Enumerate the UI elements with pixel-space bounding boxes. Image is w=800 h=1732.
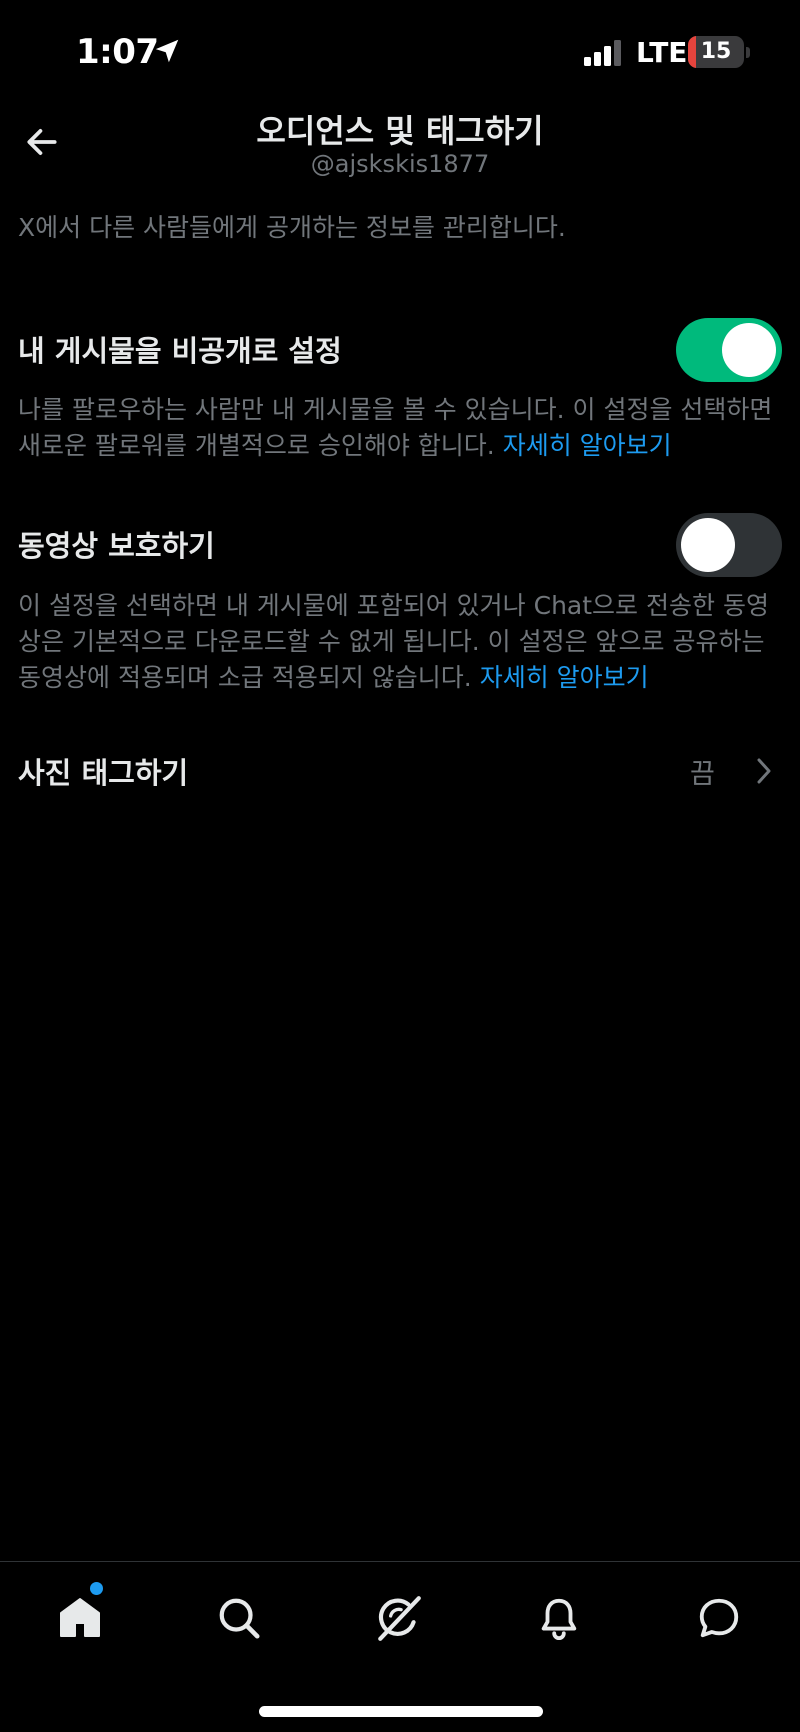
nav-grok[interactable] bbox=[367, 1586, 431, 1650]
learn-more-link[interactable]: 자세히 알아보기 bbox=[503, 431, 672, 460]
nav-notifications[interactable] bbox=[527, 1586, 591, 1650]
photo-tagging-row[interactable]: 사진 태그하기 끔 bbox=[0, 730, 800, 810]
protect-posts-title: 내 게시물을 비공개로 설정 bbox=[18, 334, 342, 368]
screen: 1:07 LTE 15 오디언스 및 태그하기 @ajskskis1877 X에… bbox=[0, 0, 800, 1732]
battery-tip bbox=[746, 47, 750, 58]
protect-videos-title: 동영상 보호하기 bbox=[18, 529, 215, 563]
nav-home[interactable] bbox=[48, 1586, 112, 1650]
home-indicator[interactable] bbox=[259, 1706, 543, 1717]
photo-tagging-title: 사진 태그하기 bbox=[18, 756, 189, 790]
nav-search[interactable] bbox=[207, 1586, 271, 1650]
protect-videos-toggle[interactable] bbox=[676, 513, 782, 577]
nav-chat[interactable] bbox=[687, 1586, 751, 1650]
page-subtitle: @ajskskis1877 bbox=[310, 150, 490, 178]
grok-icon bbox=[378, 1596, 421, 1641]
notification-dot bbox=[90, 1582, 103, 1595]
protect-posts-toggle[interactable] bbox=[676, 318, 782, 382]
toggle-knob bbox=[722, 323, 776, 377]
intro-text: X에서 다른 사람들에게 공개하는 정보를 관리합니다. bbox=[18, 213, 566, 242]
photo-tagging-value: 끔 bbox=[690, 759, 715, 790]
status-bar: 1:07 LTE 15 bbox=[0, 0, 800, 100]
location-arrow-icon bbox=[155, 39, 179, 63]
chat-icon bbox=[699, 1598, 739, 1638]
protect-videos-description: 이 설정을 선택하면 내 게시물에 포함되어 있거나 Chat으로 전송한 동영… bbox=[18, 588, 786, 696]
chevron-right-icon bbox=[757, 758, 771, 784]
status-time: 1:07 bbox=[76, 32, 159, 72]
description-text: 이 설정을 선택하면 내 게시물에 포함되어 있거나 Chat으로 전송한 동영… bbox=[18, 591, 769, 692]
cellular-signal-icon bbox=[584, 40, 621, 66]
toggle-knob bbox=[681, 518, 735, 572]
learn-more-link[interactable]: 자세히 알아보기 bbox=[480, 663, 649, 692]
home-icon bbox=[60, 1598, 100, 1637]
page-title: 오디언스 및 태그하기 bbox=[256, 112, 544, 150]
battery-level: 15 bbox=[700, 39, 732, 64]
notifications-bell-icon bbox=[541, 1598, 577, 1640]
network-type: LTE bbox=[636, 36, 688, 69]
protect-posts-description: 나를 팔로우하는 사람만 내 게시물을 볼 수 있습니다. 이 설정을 선택하면… bbox=[18, 392, 786, 464]
search-icon bbox=[219, 1598, 260, 1639]
battery-icon: 15 bbox=[688, 36, 744, 68]
